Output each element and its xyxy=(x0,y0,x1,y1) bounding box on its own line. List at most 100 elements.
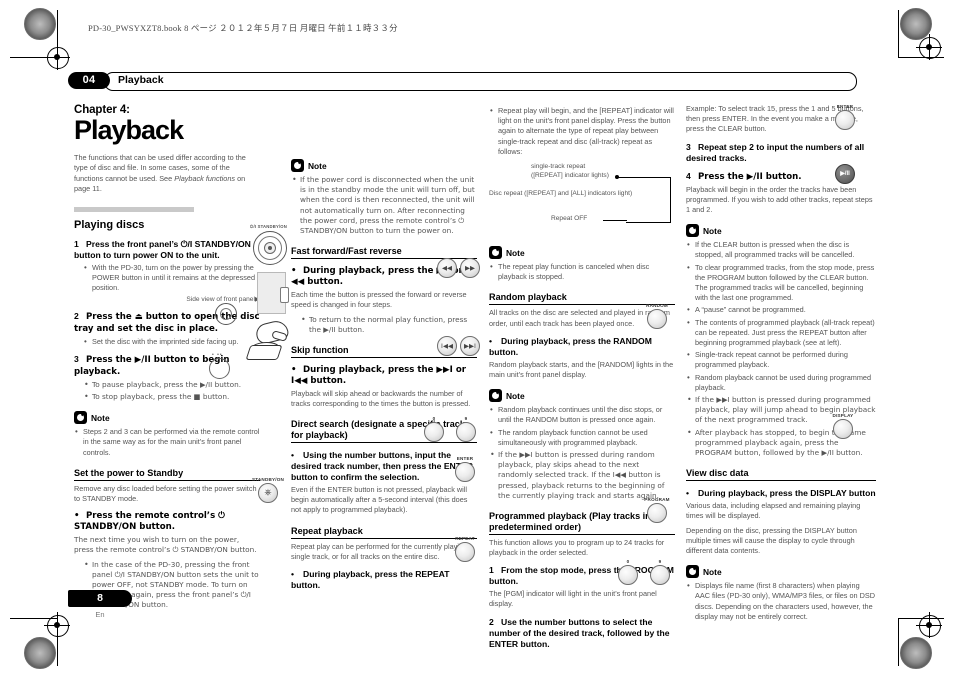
list-item: If the CLEAR button is pressed when the … xyxy=(686,239,876,260)
power-switch-art xyxy=(280,287,289,303)
note-bullets: The repeat play function is canceled whe… xyxy=(489,261,675,282)
list-item: To clear programmed tracks, from the sto… xyxy=(686,262,876,304)
prog-step-2: 2 Use the number buttons to select the nu… xyxy=(489,617,675,650)
header-chapter-name: Playback xyxy=(118,74,164,86)
section-heading-view-disc-data: View disc data xyxy=(686,468,876,482)
prog-step-1-body: The [PGM] indicator will light in the un… xyxy=(489,589,657,609)
list-item: To stop playback, press the ■ button. xyxy=(83,391,260,402)
list-item: Random playback continues until the disc… xyxy=(489,404,675,425)
note-2-bullets: Displays file name (first 8 characters) … xyxy=(686,580,876,622)
prog-step-2-text: Use the number buttons to select the num… xyxy=(489,616,670,649)
note-header: Note xyxy=(291,159,477,172)
registration-blob-bottom-right xyxy=(900,637,932,669)
remote-standby-button-art: STANDBY/ON ⎈ xyxy=(245,477,291,503)
front-panel-standby-dial-art xyxy=(253,231,287,265)
intro-italic: Playback functions xyxy=(174,173,236,183)
note-label: Note xyxy=(506,247,525,258)
step-3-text: Repeat step 2 to input the numbers of al… xyxy=(686,141,865,163)
prog-step-2-number: 2 xyxy=(489,616,494,627)
ff-bullets: To return to the normal play function, p… xyxy=(300,314,477,335)
list-item: To return to the normal play function, p… xyxy=(300,314,477,335)
random-label: RANDOM xyxy=(646,303,668,308)
step-3-text: Press the ▶/II button to begin playback. xyxy=(74,354,230,377)
step-1: 1 Press the front panel’s ⏻/I STANDBY/ON … xyxy=(74,239,260,261)
enter-button-art: ENTER xyxy=(442,456,488,482)
repeat-step: • During playback, press the REPEAT butto… xyxy=(291,568,450,590)
crop-line-bottom-v xyxy=(57,618,58,666)
crop-line-top-h xyxy=(10,57,58,58)
note-header-2: Note xyxy=(489,389,675,403)
note-icon xyxy=(489,246,502,260)
random-step-text: During playback, press the RANDOM button… xyxy=(489,335,652,357)
view-step-text: During playback, press the DISPLAY butto… xyxy=(698,488,876,499)
list-item: With the PD-30, turn on the power by pre… xyxy=(83,262,260,294)
step-3-number: 3 xyxy=(686,141,691,152)
number-button-9-art-col3: 9 xyxy=(637,559,683,585)
fast-forward-button-art: ▶▶ xyxy=(447,258,493,278)
enter-button-art-col4: ENTER xyxy=(822,104,868,130)
crop-line-top xyxy=(57,10,58,58)
list-item: Set the disc with the imprinted side fac… xyxy=(83,336,260,347)
random-after: Random playback starts, and the [RANDOM]… xyxy=(489,359,674,379)
standby-body: Remove any disc loaded before setting th… xyxy=(74,483,257,503)
list-item: Displays file name (first 8 characters) … xyxy=(686,580,876,622)
note-label: Note xyxy=(91,412,110,423)
note-header: Note xyxy=(686,224,876,238)
list-item: A “pause” cannot be programmed. xyxy=(686,304,876,315)
program-label: PROGRAM xyxy=(644,497,670,502)
repeat-button-art: REPEAT xyxy=(442,536,488,562)
note-icon xyxy=(291,159,304,172)
repeat-label: REPEAT xyxy=(455,536,475,541)
manual-page: PD-30_PWSYXZT8.book 8 ページ ２０１２年５月７日 月曜日 … xyxy=(0,0,954,675)
repeat-step-text: During playback, press the REPEAT button… xyxy=(291,568,450,590)
page-number-badge: 8 xyxy=(68,590,132,607)
crop-line-bottom-right-v xyxy=(898,618,899,666)
column-2: Note If the power cord is disconnected w… xyxy=(291,150,477,593)
direct-body: Even if the ENTER button is not pressed,… xyxy=(291,485,468,515)
prog-body: This function allows you to program up t… xyxy=(489,537,665,557)
step-3-number: 3 xyxy=(74,353,79,364)
step-4-text: Press the ▶/II button. xyxy=(698,171,802,182)
cycle-tick-bottom xyxy=(603,220,627,222)
page-title: Playback xyxy=(74,115,184,145)
note-label: Note xyxy=(506,390,525,401)
header-bar xyxy=(104,72,857,91)
registration-blob-bottom-left xyxy=(24,637,56,669)
play-pause-knob-art xyxy=(209,358,230,379)
display-label: DISPLAY xyxy=(832,413,854,418)
list-item: To pause playback, press the ▶/II button… xyxy=(83,379,260,390)
section-heading-playing-discs: Playing discs xyxy=(74,219,145,232)
random-step: • During playback, press the RANDOM butto… xyxy=(489,335,652,357)
step-1-text: Press the front panel’s ⏻/I STANDBY/ON b… xyxy=(74,238,251,260)
crop-line-top-right-v xyxy=(898,10,899,58)
view-body-1: Various data, including elapsed and rema… xyxy=(686,501,861,521)
enter-label: ENTER xyxy=(456,456,474,461)
play-pause-knob: ▶/II xyxy=(835,164,855,184)
skip-step-text: During playback, press the ▶▶I or I◀◀ bu… xyxy=(291,364,466,386)
note-icon xyxy=(686,565,699,579)
note-icon xyxy=(74,411,87,425)
step-4-body: Playback will begin in the order the tra… xyxy=(686,184,873,215)
step-1-bullets: With the PD-30, turn on the power by pre… xyxy=(83,262,260,294)
play-pause-button-art-col4: ▶/II xyxy=(822,164,868,184)
list-item: Single-track repeat cannot be performed … xyxy=(686,349,876,370)
list-item: Steps 2 and 3 can be performed via the r… xyxy=(74,426,260,458)
side-view-caption: Side view of front panel▶ xyxy=(186,296,260,304)
note-bullets: Steps 2 and 3 can be performed via the r… xyxy=(74,426,260,458)
cycle-state-2: Disc repeat ([REPEAT] and [ALL] indicato… xyxy=(489,190,633,198)
side-panel-art xyxy=(257,272,289,314)
repeat-cycle-diagram: single-track repeat ([REPEAT] indicator … xyxy=(489,163,675,237)
step-3-col4: 3 Repeat step 2 to input the numbers of a… xyxy=(686,142,876,164)
section-rule xyxy=(74,207,194,213)
view-step: • During playback, press the DISPLAY butt… xyxy=(686,488,876,499)
section-heading-standby: Set the power to Standby xyxy=(74,468,260,481)
note-icon xyxy=(489,389,502,403)
repeat-indicator-bullets: Repeat play will begin, and the [REPEAT]… xyxy=(489,105,675,157)
crop-mark-bottom-right xyxy=(916,612,942,638)
list-item: Random playback cannot be used during pr… xyxy=(686,372,876,393)
registration-blob-top-left xyxy=(24,8,56,40)
crop-line-top-right-h xyxy=(898,57,944,58)
note-header: Note xyxy=(74,411,260,425)
running-header: 04 Playback xyxy=(68,72,857,91)
skip-forward-button-art: ▶▶I xyxy=(447,336,493,356)
